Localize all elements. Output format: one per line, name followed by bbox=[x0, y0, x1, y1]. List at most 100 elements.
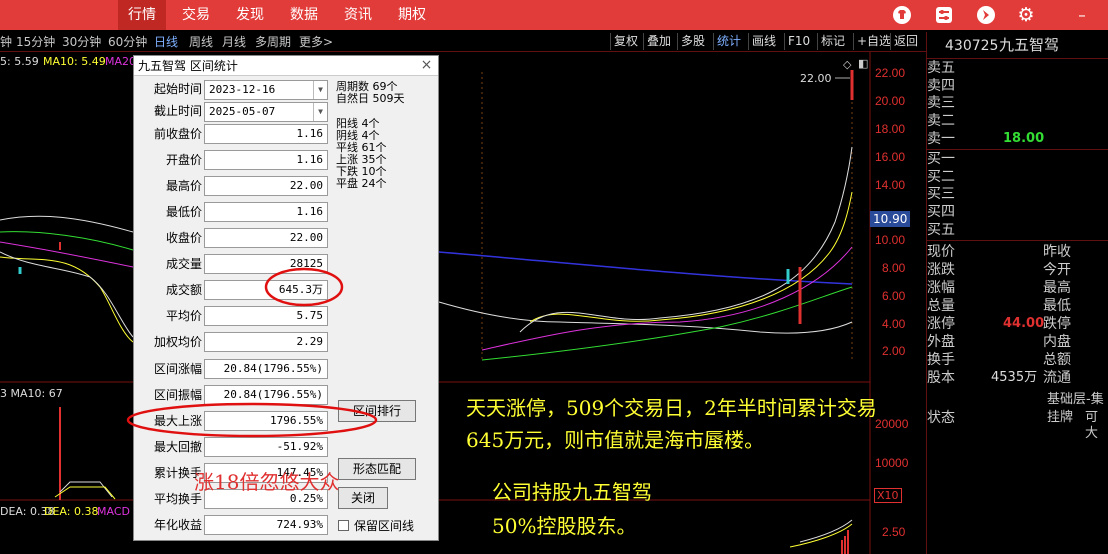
quote-label: 现价 bbox=[927, 244, 955, 260]
btn-adjust[interactable]: 复权 bbox=[610, 33, 641, 50]
diamond-icon[interactable]: ◇ bbox=[843, 58, 851, 71]
sell3-label: 卖三 bbox=[927, 95, 955, 111]
volume-unit-badge: X10 bbox=[874, 488, 902, 503]
tab-discover[interactable]: 发现 bbox=[226, 0, 274, 30]
ma5-label: 5: 5.59 bbox=[0, 55, 39, 68]
field-value: 28125 bbox=[204, 254, 328, 274]
settings-sliders-icon[interactable] bbox=[934, 5, 954, 25]
listing-value: 挂牌 bbox=[1047, 410, 1074, 425]
annotation-line1: 天天涨停，509个交易日，2年半时间累计交易 bbox=[466, 396, 877, 420]
field-label: 收盘价 bbox=[165, 231, 202, 245]
field-value: -51.92% bbox=[204, 437, 328, 457]
stat-days: 自然日 509天 bbox=[336, 92, 405, 105]
quote-label: 股本 bbox=[927, 370, 955, 386]
vol-y-tick: 20000 bbox=[875, 417, 909, 431]
minimize-icon[interactable]: – bbox=[1072, 5, 1092, 25]
buy2-label: 买二 bbox=[927, 169, 955, 185]
start-date-picker[interactable]: 2023-12-16 ▼ bbox=[204, 80, 328, 100]
period-tab-daily[interactable]: 日线 bbox=[154, 34, 178, 50]
tab-data[interactable]: 数据 bbox=[280, 0, 328, 30]
field-label: 区间振幅 bbox=[153, 388, 202, 402]
field-label: 最低价 bbox=[165, 205, 202, 219]
y-tick: 18.00 bbox=[875, 122, 906, 136]
panel-toggle-icon[interactable]: ◧ bbox=[858, 57, 868, 70]
annotation-line3: 涨18倍忽悠大众 bbox=[194, 470, 340, 494]
lightning-icon[interactable] bbox=[976, 5, 996, 25]
quote-label: 涨幅 bbox=[927, 280, 955, 296]
field-value: 1.16 bbox=[204, 202, 328, 222]
annotation-line2: 645万元，则市值就是海市蜃楼。 bbox=[466, 428, 765, 452]
field-value: 645.3万 bbox=[204, 280, 328, 300]
chevron-down-icon[interactable]: ▼ bbox=[313, 103, 327, 121]
chevron-down-icon[interactable]: ▼ bbox=[313, 81, 327, 99]
buy5-label: 买五 bbox=[927, 222, 955, 238]
btn-overlay[interactable]: 叠加 bbox=[643, 33, 674, 50]
vol-ma-label: 3 MA10: 67 bbox=[0, 387, 63, 400]
field-label: 累计换手 bbox=[153, 466, 202, 480]
start-time-label: 起始时间 bbox=[153, 82, 202, 96]
quote-label-right: 跌停 bbox=[1043, 316, 1071, 332]
limit-up-value: 44.00 bbox=[1003, 316, 1045, 331]
pattern-match-button[interactable]: 形态匹配 bbox=[338, 458, 416, 480]
dialog-title[interactable]: 九五智驾 区间统计 bbox=[134, 56, 438, 76]
tier-value: 基础层-集 bbox=[1047, 392, 1104, 407]
quote-panel: 430725 九五智驾 卖五 卖四 卖三 卖二 卖一 18.00 买一 买二 买… bbox=[926, 32, 1108, 554]
keep-interval-checkbox[interactable] bbox=[338, 520, 349, 531]
end-date-picker[interactable]: 2025-05-07 ▼ bbox=[204, 102, 328, 122]
ma20-label: MA20 bbox=[105, 55, 137, 68]
tab-quotes[interactable]: 行情 bbox=[118, 0, 166, 30]
macd-y-tick: 2.50 bbox=[882, 525, 906, 539]
close-button[interactable]: 关闭 bbox=[338, 487, 388, 509]
tab-trade[interactable]: 交易 bbox=[172, 0, 220, 30]
field-label: 开盘价 bbox=[165, 153, 202, 167]
btn-f10[interactable]: F10 bbox=[784, 33, 813, 50]
end-time-label: 截止时间 bbox=[153, 104, 202, 118]
field-label: 加权均价 bbox=[153, 335, 202, 349]
shirt-icon[interactable] bbox=[892, 5, 912, 25]
quote-label-right: 最高 bbox=[1043, 280, 1071, 296]
period-tab-15min[interactable]: 15分钟 bbox=[16, 34, 55, 50]
sell2-label: 卖二 bbox=[927, 113, 955, 129]
interval-rank-button[interactable]: 区间排行 bbox=[338, 400, 416, 422]
tab-options[interactable]: 期权 bbox=[388, 0, 436, 30]
sell1-label: 卖一 bbox=[927, 131, 955, 147]
period-tab-monthly[interactable]: 月线 bbox=[222, 34, 246, 50]
btn-multi-stock[interactable]: 多股 bbox=[677, 33, 708, 50]
field-label: 平均换手 bbox=[153, 492, 202, 506]
quote-label-right: 最低 bbox=[1043, 298, 1071, 314]
field-label: 成交额 bbox=[165, 283, 202, 297]
field-value: 724.93% bbox=[204, 515, 328, 535]
top-nav-bar: 行情 交易 发现 数据 资讯 期权 ⚙ – bbox=[0, 0, 1108, 30]
quote-label-right: 今开 bbox=[1043, 262, 1071, 278]
period-tab[interactable]: 钟 bbox=[0, 34, 12, 50]
y-tick: 20.00 bbox=[875, 94, 906, 108]
quote-label: 外盘 bbox=[927, 334, 955, 350]
y-tick: 4.00 bbox=[882, 317, 906, 331]
close-icon[interactable]: × bbox=[418, 57, 435, 74]
stock-name: 九五智驾 bbox=[999, 36, 1060, 54]
gear-icon[interactable]: ⚙ bbox=[1016, 5, 1036, 25]
period-tab-60min[interactable]: 60分钟 bbox=[108, 34, 147, 50]
btn-mark[interactable]: 标记 bbox=[817, 33, 848, 50]
y-tick: 10.00 bbox=[875, 233, 906, 247]
period-tab-weekly[interactable]: 周线 bbox=[189, 34, 213, 50]
btn-add-watchlist[interactable]: +自选 bbox=[853, 33, 894, 50]
ma10-label: MA10: 5.49 bbox=[43, 55, 106, 68]
period-tab-30min[interactable]: 30分钟 bbox=[62, 34, 101, 50]
tab-news[interactable]: 资讯 bbox=[334, 0, 382, 30]
field-value: 1.16 bbox=[204, 150, 328, 170]
annotation-line5: 50%控股股东。 bbox=[492, 514, 637, 538]
period-tab-more[interactable]: 更多> bbox=[299, 34, 333, 50]
sell4-label: 卖四 bbox=[927, 78, 955, 94]
btn-statistics[interactable]: 统计 bbox=[713, 33, 744, 50]
y-tick: 22.00 bbox=[875, 66, 906, 80]
period-toolbar: 钟 15分钟 30分钟 60分钟 日线 周线 月线 多周期 更多> 复权 叠加 … bbox=[0, 32, 926, 52]
field-value: 1.16 bbox=[204, 124, 328, 144]
field-label: 年化收益 bbox=[153, 518, 202, 532]
quote-label: 总量 bbox=[927, 298, 955, 314]
interval-stats-dialog: 九五智驾 区间统计 × 起始时间 2023-12-16 ▼ 截止时间 2025-0… bbox=[133, 55, 439, 541]
btn-back[interactable]: 返回 bbox=[890, 33, 921, 50]
period-tab-multi[interactable]: 多周期 bbox=[255, 34, 291, 50]
btn-draw-line[interactable]: 画线 bbox=[748, 33, 779, 50]
share-capital-value: 4535万 bbox=[991, 370, 1038, 385]
